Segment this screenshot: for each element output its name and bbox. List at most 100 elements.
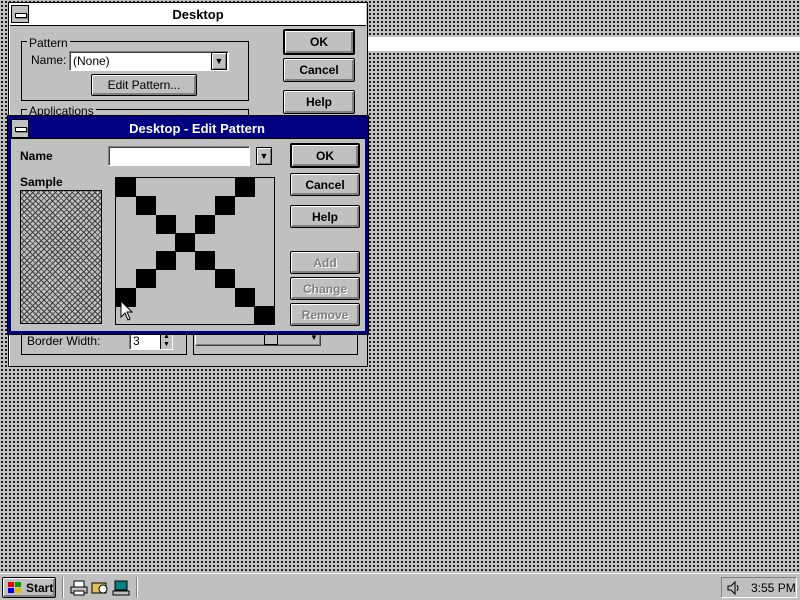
pattern-cell[interactable]: [235, 306, 255, 325]
pattern-cell[interactable]: [215, 251, 235, 270]
pattern-cell[interactable]: [136, 178, 156, 197]
pattern-cell[interactable]: [135, 196, 156, 216]
pattern-cell[interactable]: [116, 251, 136, 270]
pattern-cell[interactable]: [116, 215, 136, 234]
pattern-cell[interactable]: [235, 215, 255, 234]
pattern-cell[interactable]: [175, 215, 195, 234]
pattern-cell[interactable]: [254, 196, 274, 215]
scroll-thumb[interactable]: [264, 333, 278, 345]
spinner-arrows-icon[interactable]: ▲ ▼: [160, 333, 172, 349]
pattern-cell[interactable]: [116, 178, 136, 197]
pattern-cell[interactable]: [235, 196, 255, 215]
change-button[interactable]: Change: [290, 277, 360, 300]
pattern-cell[interactable]: [195, 178, 215, 197]
pattern-cell[interactable]: [214, 196, 235, 216]
pattern-cell[interactable]: [136, 233, 156, 252]
chevron-down-icon[interactable]: ▼: [256, 147, 272, 165]
desktop-cancel-button[interactable]: Cancel: [283, 58, 355, 82]
sample-preview: [20, 190, 102, 324]
pattern-cell[interactable]: [156, 178, 176, 197]
edit-pattern-ok-button[interactable]: OK: [290, 143, 360, 168]
pattern-cell[interactable]: [254, 215, 274, 234]
network-icon[interactable]: [112, 579, 130, 597]
pattern-cell[interactable]: [175, 196, 195, 215]
pattern-cell[interactable]: [136, 251, 156, 270]
edit-pattern-titlebar[interactable]: Desktop - Edit Pattern: [11, 119, 365, 139]
pattern-cell[interactable]: [116, 269, 136, 288]
pattern-cell[interactable]: [155, 251, 176, 270]
pattern-cell[interactable]: [156, 233, 176, 252]
spacing-scrollbar[interactable]: ▼: [195, 332, 321, 346]
edit-pattern-help-button[interactable]: Help: [290, 205, 360, 228]
pattern-cell[interactable]: [254, 251, 274, 270]
pattern-cell[interactable]: [234, 178, 255, 197]
clock[interactable]: 3:55 PM: [751, 581, 796, 595]
border-width-label: Border Width:: [27, 334, 101, 348]
explorer-icon[interactable]: [91, 579, 109, 597]
chevron-down-icon[interactable]: ▼: [211, 52, 227, 70]
system-menu-icon[interactable]: [11, 119, 29, 138]
pattern-cell[interactable]: [175, 306, 195, 325]
desktop-ok-button[interactable]: OK: [283, 29, 355, 55]
pattern-cell[interactable]: [215, 233, 235, 252]
pattern-cell[interactable]: [195, 269, 215, 288]
pattern-cell[interactable]: [234, 287, 255, 307]
pattern-cell[interactable]: [235, 251, 255, 270]
add-button[interactable]: Add: [290, 251, 360, 274]
pattern-cell[interactable]: [254, 269, 274, 288]
pattern-cell[interactable]: [116, 233, 136, 252]
pattern-cell[interactable]: [195, 306, 215, 325]
pattern-cell[interactable]: [156, 196, 176, 215]
pattern-cell[interactable]: [175, 269, 195, 288]
sample-label: Sample: [20, 175, 63, 189]
desktop-help-button[interactable]: Help: [283, 90, 355, 114]
start-button[interactable]: Start: [2, 577, 56, 598]
pattern-cell[interactable]: [254, 178, 274, 197]
pattern-cell[interactable]: [235, 269, 255, 288]
pattern-cell[interactable]: [254, 233, 274, 252]
pattern-cell[interactable]: [136, 306, 156, 325]
pattern-name-combobox[interactable]: (None) ▼: [69, 51, 229, 71]
pattern-cell[interactable]: [136, 288, 156, 307]
mouse-cursor-icon: [120, 300, 134, 321]
pattern-cell[interactable]: [156, 306, 176, 325]
pattern-cell[interactable]: [175, 251, 195, 270]
pattern-cell[interactable]: [195, 251, 215, 270]
pattern-group-label: Pattern: [27, 36, 70, 50]
pattern-cell[interactable]: [195, 233, 215, 252]
pattern-cell[interactable]: [175, 178, 195, 197]
pattern-cell[interactable]: [156, 269, 176, 288]
pattern-edit-grid[interactable]: [115, 177, 275, 325]
pattern-cell[interactable]: [195, 288, 215, 307]
pattern-cell[interactable]: [155, 214, 176, 234]
pattern-cell[interactable]: [136, 215, 156, 234]
pattern-cell[interactable]: [215, 215, 235, 234]
desktop-dialog-title: Desktop: [172, 7, 224, 22]
edit-pattern-button[interactable]: Edit Pattern...: [91, 74, 197, 96]
pattern-cell[interactable]: [135, 269, 156, 289]
pattern-cell[interactable]: [215, 178, 235, 197]
desktop-dialog-titlebar[interactable]: Desktop: [10, 4, 366, 26]
pattern-cell[interactable]: [156, 288, 176, 307]
pattern-cells[interactable]: [116, 178, 275, 325]
scroll-right-icon[interactable]: ▼: [308, 333, 320, 345]
system-menu-icon[interactable]: [11, 5, 29, 23]
speaker-icon[interactable]: [726, 580, 742, 596]
pattern-cell[interactable]: [195, 196, 215, 215]
remove-button[interactable]: Remove: [290, 303, 360, 326]
pattern-cell[interactable]: [254, 305, 275, 325]
pattern-cell[interactable]: [175, 288, 195, 307]
edit-pattern-cancel-button[interactable]: Cancel: [290, 173, 360, 196]
pattern-cell[interactable]: [214, 269, 235, 289]
border-width-spinner[interactable]: 3 ▲ ▼: [129, 332, 173, 350]
pattern-cell[interactable]: [116, 196, 136, 215]
pattern-cell[interactable]: [215, 288, 235, 307]
pattern-cell[interactable]: [175, 232, 196, 252]
pattern-cell[interactable]: [195, 214, 215, 234]
printer-icon[interactable]: [70, 579, 88, 597]
pattern-cell[interactable]: [235, 233, 255, 252]
pattern-cell[interactable]: [254, 288, 274, 307]
edit-pattern-title: Desktop - Edit Pattern: [129, 121, 265, 136]
pattern-cell[interactable]: [215, 306, 235, 325]
edit-pattern-name-input[interactable]: [108, 146, 250, 166]
